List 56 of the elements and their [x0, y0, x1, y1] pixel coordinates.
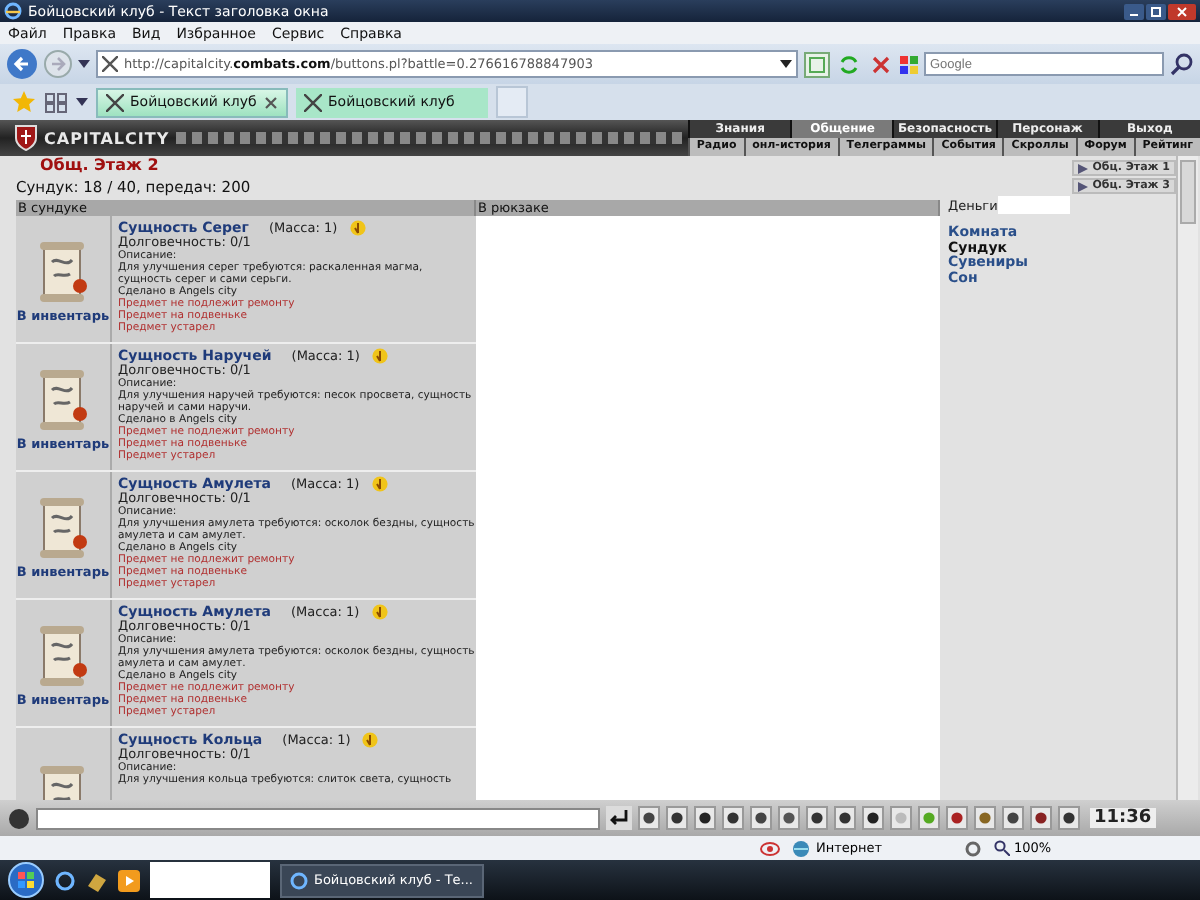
- media-player-icon[interactable]: [118, 869, 140, 891]
- toolbar-button[interactable]: [722, 806, 744, 830]
- minimize-icon[interactable]: [1124, 3, 1144, 19]
- start-button[interactable]: [8, 862, 44, 898]
- stop-icon[interactable]: [868, 51, 894, 77]
- toolbar-button[interactable]: [946, 806, 968, 830]
- scrollbar[interactable]: [1176, 156, 1198, 800]
- toolbar-button[interactable]: [1030, 806, 1052, 830]
- toolbar-button[interactable]: [1058, 806, 1080, 830]
- toolbar-button[interactable]: [1002, 806, 1024, 830]
- coin-icon: [349, 219, 366, 235]
- scroll-thumb[interactable]: [1180, 160, 1196, 224]
- logo-text: CAPITALCITY: [44, 129, 170, 147]
- coin-icon: [371, 475, 388, 491]
- tab-grid-icon[interactable]: [44, 91, 68, 113]
- close-icon[interactable]: [1168, 3, 1196, 19]
- scroll-icon: [37, 498, 89, 558]
- star-icon[interactable]: [12, 90, 36, 114]
- toolbar-button[interactable]: [834, 806, 856, 830]
- toolbar-button[interactable]: [750, 806, 772, 830]
- search-engine-icon: [900, 55, 918, 73]
- browser-icon: [290, 871, 308, 889]
- back-icon[interactable]: [6, 48, 38, 80]
- dropdown-icon[interactable]: [78, 60, 90, 68]
- enter-arrow-icon[interactable]: [606, 806, 632, 830]
- dropdown-icon[interactable]: [780, 60, 792, 68]
- toolbar-button[interactable]: [638, 806, 660, 830]
- crossed-swords-icon: [304, 93, 322, 111]
- browser-icon[interactable]: [54, 869, 76, 891]
- toolbar-button[interactable]: [862, 806, 884, 830]
- toolbar-button[interactable]: [778, 806, 800, 830]
- coin-icon: [362, 731, 379, 747]
- magnifier-icon: [994, 840, 1010, 856]
- crossed-swords-icon: [106, 93, 124, 111]
- dropdown-icon[interactable]: [76, 98, 88, 106]
- toolbar-button[interactable]: [666, 806, 688, 830]
- toolbar-button[interactable]: [694, 806, 716, 830]
- browser-icon: [4, 2, 22, 20]
- chat-input[interactable]: [36, 807, 600, 829]
- globe-icon: [792, 839, 810, 857]
- scroll-icon: [37, 626, 89, 686]
- scroll-icon: [37, 242, 89, 302]
- clock: 11:36: [1090, 808, 1156, 828]
- scroll-icon: [37, 370, 89, 430]
- switch-windows-icon[interactable]: [86, 869, 108, 891]
- redacted-area: [150, 862, 270, 898]
- money-field[interactable]: [997, 196, 1070, 214]
- maximize-icon[interactable]: [1146, 3, 1166, 19]
- search-icon[interactable]: [1170, 52, 1194, 76]
- coin-icon: [371, 347, 388, 363]
- close-icon[interactable]: [264, 95, 278, 109]
- toolbar-button[interactable]: [806, 806, 828, 830]
- privacy-eye-icon: [760, 839, 780, 857]
- coin-icon: [371, 603, 388, 619]
- location-title: Общ. Этаж 2: [38, 156, 161, 176]
- shield-emblem-icon: [12, 124, 40, 152]
